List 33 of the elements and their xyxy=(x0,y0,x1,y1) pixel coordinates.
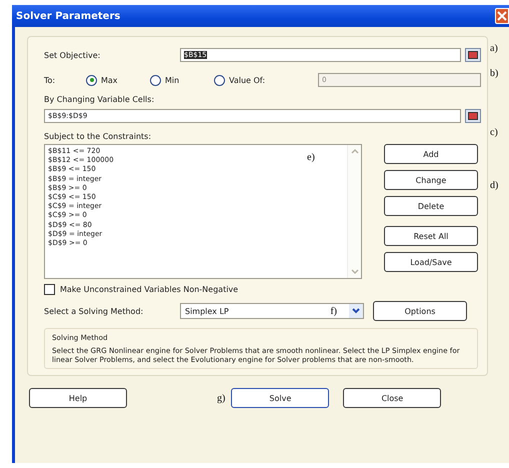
close-button[interactable] xyxy=(495,8,509,24)
options-button[interactable]: Options xyxy=(373,301,467,321)
annotation-label: e) xyxy=(307,152,315,163)
annotation-label: c) xyxy=(490,127,498,138)
dropdown-value: Simplex LP xyxy=(185,306,230,316)
dialog-button[interactable]: Reset All xyxy=(384,226,478,246)
close-dialog-button[interactable]: Close xyxy=(343,388,442,408)
range-select-icon[interactable] xyxy=(465,48,481,62)
radio-option[interactable]: Max xyxy=(86,74,146,86)
annotation-label: b) xyxy=(490,68,498,79)
range-select-icon[interactable] xyxy=(465,109,481,123)
method-dropdown[interactable]: Simplex LP f) xyxy=(180,303,364,319)
dialog-button[interactable]: Load/Save xyxy=(384,252,478,272)
field-label: By Changing Variable Cells: xyxy=(44,95,156,104)
dialog-button[interactable]: Add xyxy=(384,144,478,164)
annotation-label: g) xyxy=(217,392,226,404)
field-label: To: xyxy=(44,76,56,84)
annotation-label: a) xyxy=(490,43,498,54)
solve-button[interactable]: Solve xyxy=(231,388,330,408)
scroll-bar[interactable] xyxy=(347,145,361,278)
field-label: Select a Solving Method: xyxy=(44,306,144,316)
window-title: Solver Parameters xyxy=(16,10,120,22)
dropdown-caret-icon[interactable] xyxy=(349,304,363,318)
annotation-label: f) xyxy=(330,306,337,316)
dialog-button[interactable]: Delete xyxy=(384,196,478,216)
field-label: Set Objective: xyxy=(44,50,102,60)
field-label: Subject to the Constraints: xyxy=(44,132,152,141)
annotation-label: d) xyxy=(490,180,498,191)
checkbox[interactable]: Make Unconstrained Variables Non-Negative xyxy=(44,284,481,295)
radio-option[interactable]: Min xyxy=(150,74,210,86)
radio-option[interactable]: Value Of: xyxy=(214,74,294,86)
help-button[interactable]: Help xyxy=(29,388,127,408)
dialog-button[interactable]: Change xyxy=(384,170,478,190)
